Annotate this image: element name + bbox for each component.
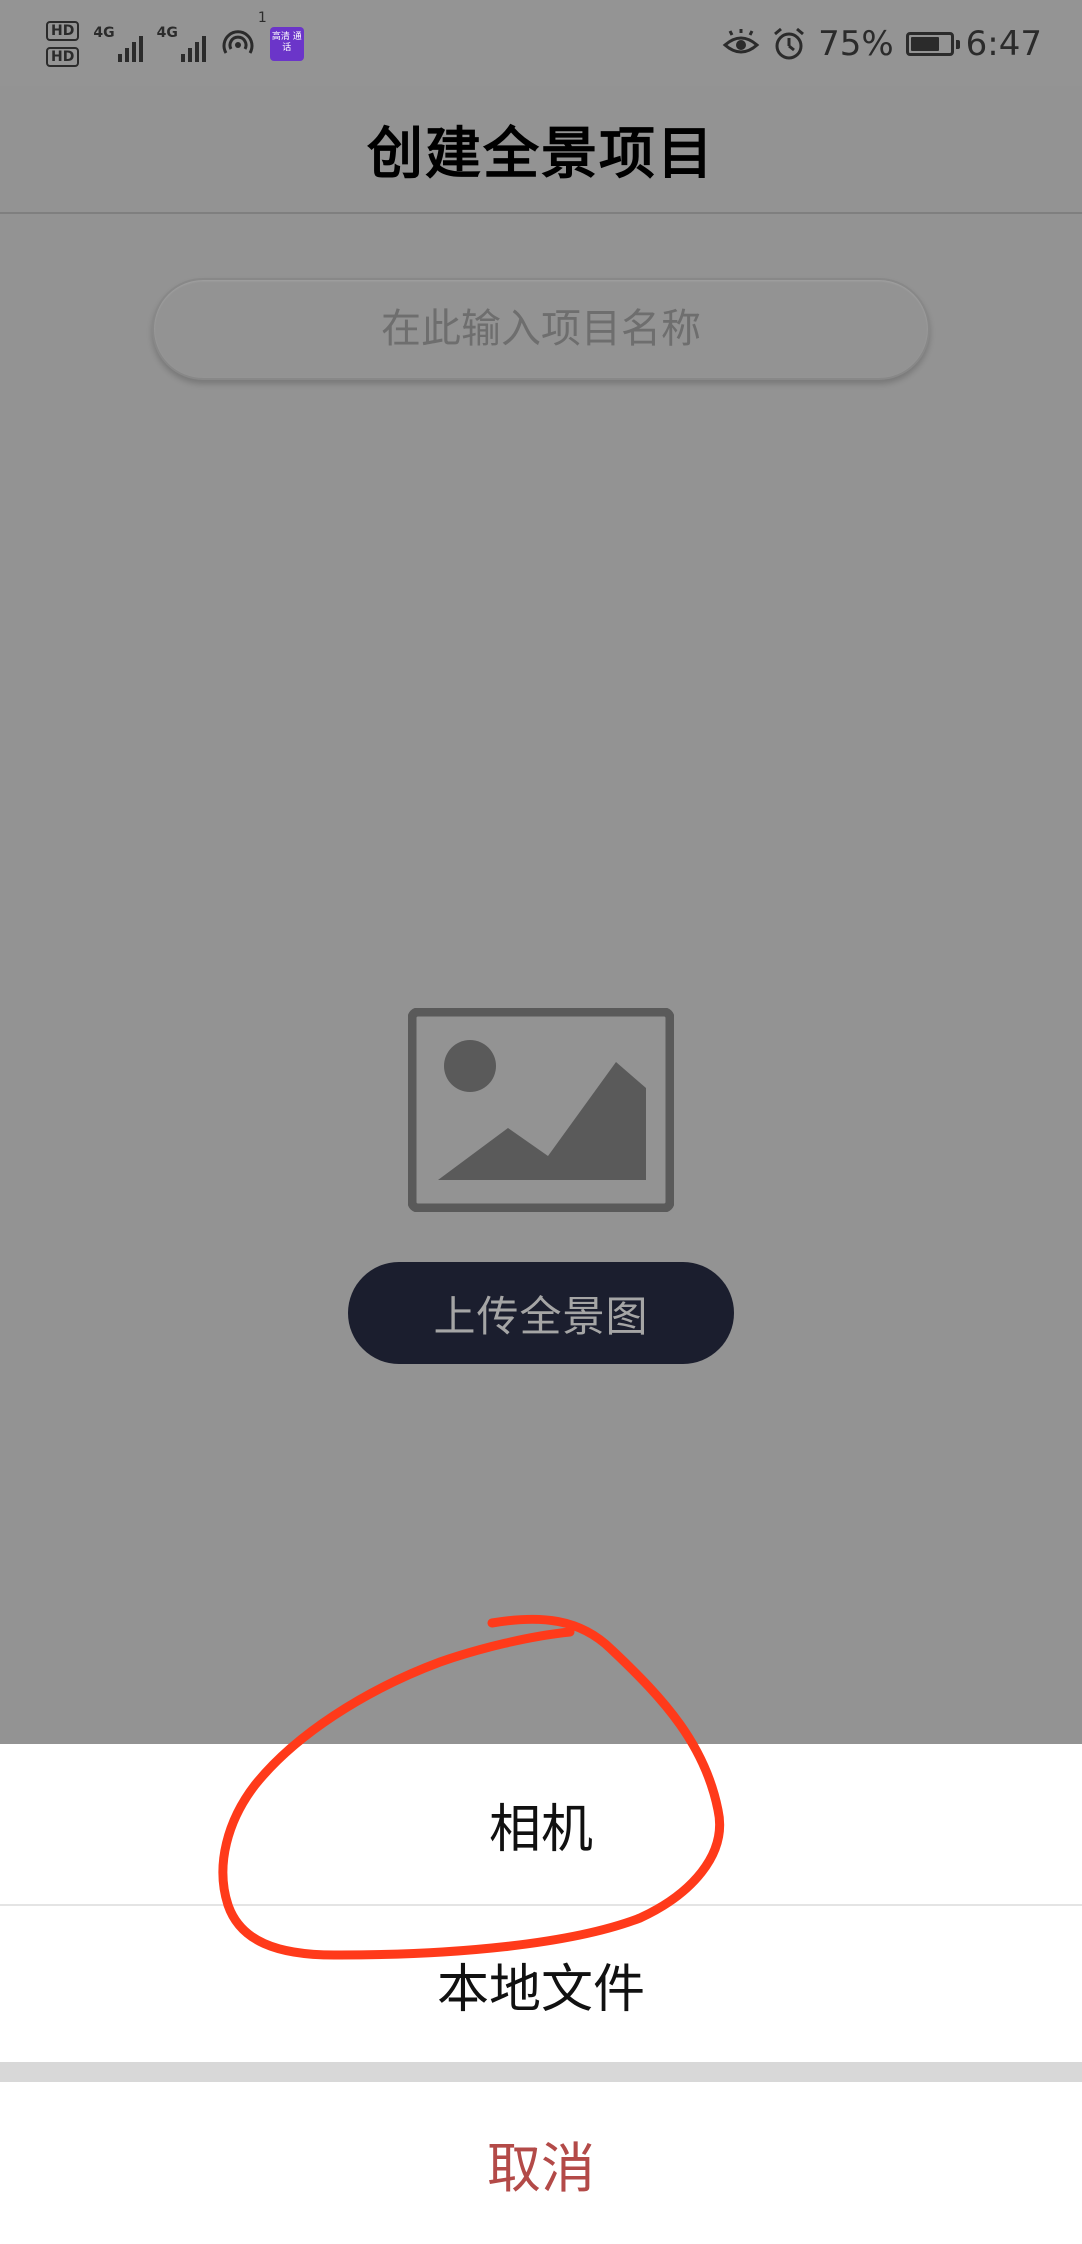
app-badge-text: 高清 通话	[271, 32, 302, 53]
app-header: 创建全景项目	[0, 86, 1082, 214]
battery-icon	[905, 32, 960, 56]
hd-voice-icon: HD	[46, 21, 80, 41]
local-file-option[interactable]: 本地文件	[0, 1906, 1082, 2062]
upload-button-label: 上传全景图	[433, 1291, 649, 1341]
battery-fill	[910, 37, 940, 51]
eye-comfort-icon	[722, 29, 760, 54]
alarm-icon	[774, 27, 805, 60]
network-type-label-2: 4G	[156, 25, 178, 41]
upload-panorama-button[interactable]: 上传全景图	[348, 1262, 734, 1364]
battery-percent: 75%	[818, 24, 894, 64]
cancel-option[interactable]: 取消	[0, 2082, 1082, 2244]
sheet-separator	[0, 2062, 1082, 2082]
clock-time: 6:47	[965, 24, 1042, 64]
camera-option[interactable]: 相机	[0, 1744, 1082, 1904]
notification-count: 1	[257, 10, 267, 26]
project-name-input[interactable]	[152, 278, 930, 380]
status-left-group: HD HD 4G 4G 1 高清 通话	[46, 11, 304, 74]
signal-sim1: 4G	[93, 25, 143, 62]
action-sheet: 相机 本地文件 取消	[0, 1744, 1082, 2244]
local-file-option-label: 本地文件	[436, 1959, 645, 2020]
signal-sim2: 4G	[157, 26, 206, 62]
status-bar: HD HD 4G 4G 1 高清 通话 75% 6:47	[0, 0, 1082, 86]
network-type-label: 4G	[93, 25, 115, 41]
image-placeholder-icon[interactable]	[408, 1008, 674, 1212]
hd-voice-indicators: HD HD	[46, 21, 80, 67]
hotspot-icon	[222, 30, 254, 54]
cancel-option-label: 取消	[487, 2136, 595, 2200]
app-notification-icon: 1 高清 通话	[258, 11, 304, 61]
hd-voice-icon-2: HD	[46, 47, 80, 67]
signal-bars-icon-2	[180, 32, 206, 62]
status-right-group: 75% 6:47	[722, 16, 1042, 72]
page-title: 创建全景项目	[367, 121, 715, 187]
camera-option-label: 相机	[488, 1799, 593, 1860]
signal-bars-icon	[117, 32, 143, 62]
